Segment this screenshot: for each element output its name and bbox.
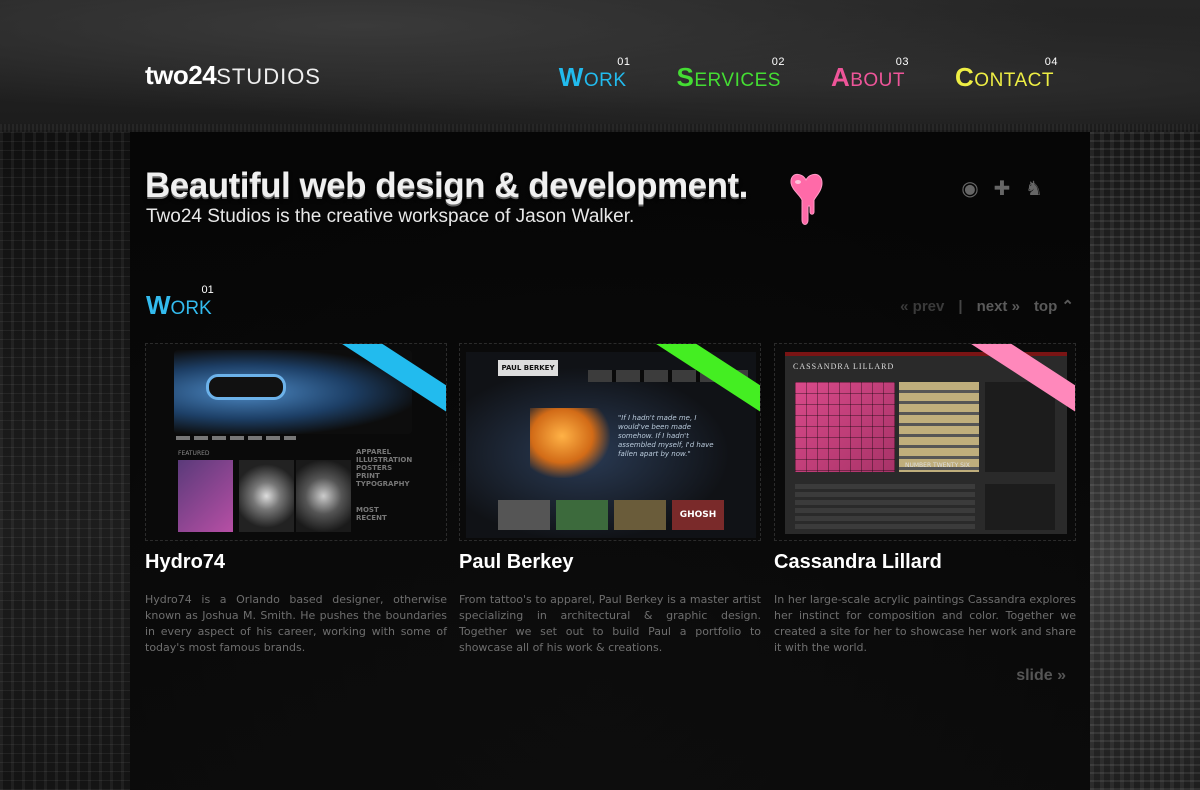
nav-work-number: 01 [617, 56, 631, 68]
slide-link[interactable]: slide » [1016, 667, 1066, 685]
city-left-decor [0, 132, 130, 790]
work-card-paul-berkey: PAUL BERKEY "If I hadn't made me, I woul… [459, 343, 761, 656]
nav-services-number: 02 [771, 56, 785, 68]
site-logo[interactable]: two24STUDIOS [145, 60, 321, 91]
thumb-featured-label: FEATURED [178, 450, 210, 457]
thumb-category-list: APPAREL ILLUSTRATION POSTERS PRINT TYPOG… [356, 448, 412, 522]
thumb-poster [296, 460, 351, 532]
hero-subtitle: Two24 Studios is the creative workspace … [146, 206, 635, 227]
work-description: From tattoo's to apparel, Paul Berkey is… [459, 593, 761, 654]
prev-link[interactable]: « prev [900, 298, 944, 315]
hero-title: Beautiful web design & development. [145, 166, 748, 205]
thumb-quote: "If I hadn't made me, I would've been ma… [618, 414, 714, 458]
nav-contact-initial: C [955, 62, 975, 92]
nav-contact[interactable]: CONTACT 04 [955, 56, 1057, 93]
disc-icon[interactable]: ◉ [958, 176, 982, 200]
work-title[interactable]: Cassandra Lillard [774, 551, 1076, 574]
thumb-gallery-item [498, 500, 550, 530]
work-description: Hydro74 is a Orlando based designer, oth… [145, 593, 447, 654]
thumb-most-label: MOST [356, 506, 379, 514]
thumb-heading: CASSANDRA LILLARD [793, 362, 895, 371]
work-pager: « prev | next » top ⌃ [900, 297, 1074, 316]
pager-separator: | [958, 297, 963, 315]
dripping-heart-icon [790, 173, 823, 225]
nav-contact-rest: ONTACT [974, 70, 1054, 91]
section-title-work: WORK 01 [146, 284, 214, 321]
thumb-recent-label: RECENT [356, 514, 387, 522]
main-nav: WORK 01 SERVICES 02 ABOUT 03 CONTACT 04 [558, 56, 1058, 93]
work-card-hydro74: FEATURED APPAREL ILLUSTRATION POSTERS PR… [145, 343, 447, 656]
thumb-poster [239, 460, 294, 532]
nav-services-rest: ERVICES [694, 70, 781, 91]
thumb-painting [899, 382, 979, 472]
work-thumbnail[interactable]: FEATURED APPAREL ILLUSTRATION POSTERS PR… [145, 343, 447, 541]
thumb-sidebar [985, 382, 1055, 472]
nav-about-initial: A [830, 62, 851, 92]
gamepad-icon[interactable]: ✚ [990, 176, 1014, 200]
thumb-contact-box [985, 484, 1055, 530]
section-title-rest: ORK [170, 298, 212, 319]
logo-light: STUDIOS [216, 64, 321, 89]
nav-contact-number: 04 [1044, 56, 1058, 68]
nav-about-number: 03 [895, 56, 910, 68]
thumb-category: ILLUSTRATION [356, 456, 413, 464]
thumb-category: POSTERS [356, 464, 393, 472]
thumb-category: APPAREL [356, 448, 392, 456]
top-link[interactable]: top ⌃ [1034, 297, 1074, 315]
next-link[interactable]: next » [977, 298, 1020, 315]
thumb-gallery-item [614, 500, 666, 530]
logo-bold: two24 [145, 60, 217, 90]
work-card-cassandra-lillard: CASSANDRA LILLARD NUMBER TWENTY SIX Cass… [774, 343, 1076, 656]
thumb-painting [795, 382, 895, 472]
nav-work[interactable]: WORK 01 [558, 56, 630, 93]
thumb-list [795, 484, 975, 530]
city-right-decor [1090, 132, 1200, 790]
thumb-poster [178, 460, 233, 532]
thumb-category: TYPOGRAPHY [356, 480, 410, 488]
android-icon[interactable]: ♞ [1022, 176, 1046, 200]
section-title-number: 01 [201, 284, 214, 296]
work-description: In her large-scale acrylic paintings Cas… [774, 593, 1076, 654]
thumb-gallery-item [556, 500, 608, 530]
thumb-nav-bar [176, 436, 296, 440]
work-title[interactable]: Paul Berkey [459, 551, 761, 574]
nav-services-initial: S [676, 62, 695, 92]
thumb-glasses [206, 374, 286, 400]
work-title[interactable]: Hydro74 [145, 551, 447, 574]
platform-icons: ◉ ✚ ♞ [958, 176, 1078, 200]
work-thumbnail[interactable]: PAUL BERKEY "If I hadn't made me, I woul… [459, 343, 761, 541]
thumb-koi-art [530, 408, 610, 478]
thumb-gallery-item: GHOSH [672, 500, 724, 530]
apple-icon[interactable] [1054, 176, 1078, 200]
work-thumbnail[interactable]: CASSANDRA LILLARD NUMBER TWENTY SIX [774, 343, 1076, 541]
thumb-caption: NUMBER TWENTY SIX [905, 462, 970, 469]
nav-services[interactable]: SERVICES 02 [676, 56, 785, 93]
nav-about[interactable]: ABOUT 03 [830, 56, 909, 93]
nav-work-rest: ORK [583, 70, 627, 91]
nav-work-initial: W [558, 62, 584, 92]
thumb-logo: PAUL BERKEY [498, 360, 558, 376]
thumb-category: PRINT [356, 472, 380, 480]
header-divider [0, 124, 1200, 132]
section-title-initial: W [146, 290, 171, 320]
nav-about-rest: BOUT [850, 70, 906, 91]
